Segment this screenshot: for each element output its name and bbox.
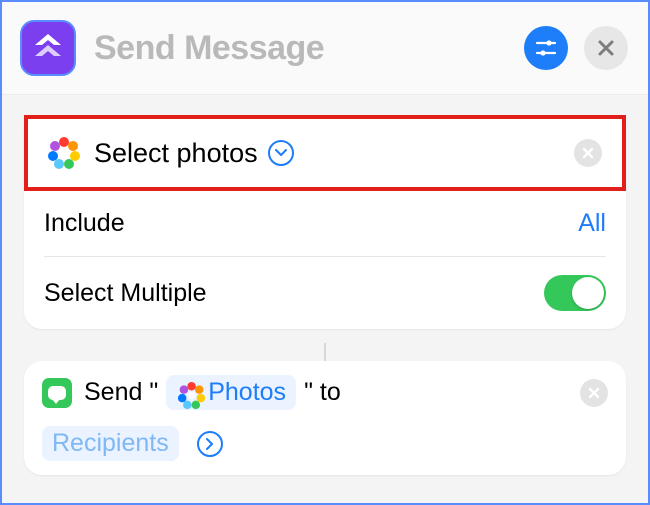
clear-action-button[interactable]: [574, 139, 602, 167]
clear-icon: [588, 387, 600, 399]
select-multiple-toggle[interactable]: [544, 275, 606, 311]
toggle-knob: [572, 277, 604, 309]
send-midfix-text: " to: [304, 378, 341, 407]
send-prefix-text: Send ": [84, 378, 158, 407]
highlight-box: Select photos: [24, 115, 626, 191]
include-label: Include: [44, 209, 125, 238]
select-photos-label: Select photos: [94, 138, 258, 169]
sliders-icon: [535, 37, 557, 59]
messages-bubble-icon: [48, 386, 66, 400]
clear-send-action-button[interactable]: [580, 379, 608, 407]
settings-button[interactable]: [524, 26, 568, 70]
close-icon: [597, 39, 615, 57]
select-multiple-row: Select Multiple: [24, 257, 626, 329]
select-multiple-label: Select Multiple: [44, 279, 207, 308]
photos-icon: [178, 381, 200, 403]
close-button[interactable]: [584, 26, 628, 70]
action-connector: [324, 343, 326, 361]
messages-app-icon: [42, 378, 72, 408]
shortcuts-editor-frame: Send Message: [0, 0, 650, 505]
recipients-variable-token[interactable]: Recipients: [42, 426, 179, 461]
photos-token-label: Photos: [208, 378, 286, 407]
recipients-token-label: Recipients: [52, 429, 169, 458]
expand-send-options-button[interactable]: [197, 431, 223, 457]
clear-icon: [582, 147, 594, 159]
chevron-right-icon: [206, 438, 214, 450]
shortcuts-glyph-icon: [31, 31, 65, 65]
send-message-row: Send " Photos " to Recipients: [24, 361, 626, 475]
select-photos-card: Select photos Inc: [24, 115, 626, 329]
actions-area: Select photos Inc: [2, 95, 648, 475]
chevron-down-icon: [275, 149, 287, 157]
page-title: Send Message: [94, 29, 524, 68]
include-row[interactable]: Include All: [24, 191, 626, 256]
header-bar: Send Message: [2, 2, 648, 95]
photos-variable-token[interactable]: Photos: [166, 375, 296, 410]
expand-options-button[interactable]: [268, 140, 294, 166]
send-message-card: Send " Photos " to Recipients: [24, 361, 626, 475]
photos-icon: [48, 137, 80, 169]
select-photos-row[interactable]: Select photos: [28, 119, 622, 187]
include-value[interactable]: All: [578, 209, 606, 238]
shortcuts-app-icon: [20, 20, 76, 76]
